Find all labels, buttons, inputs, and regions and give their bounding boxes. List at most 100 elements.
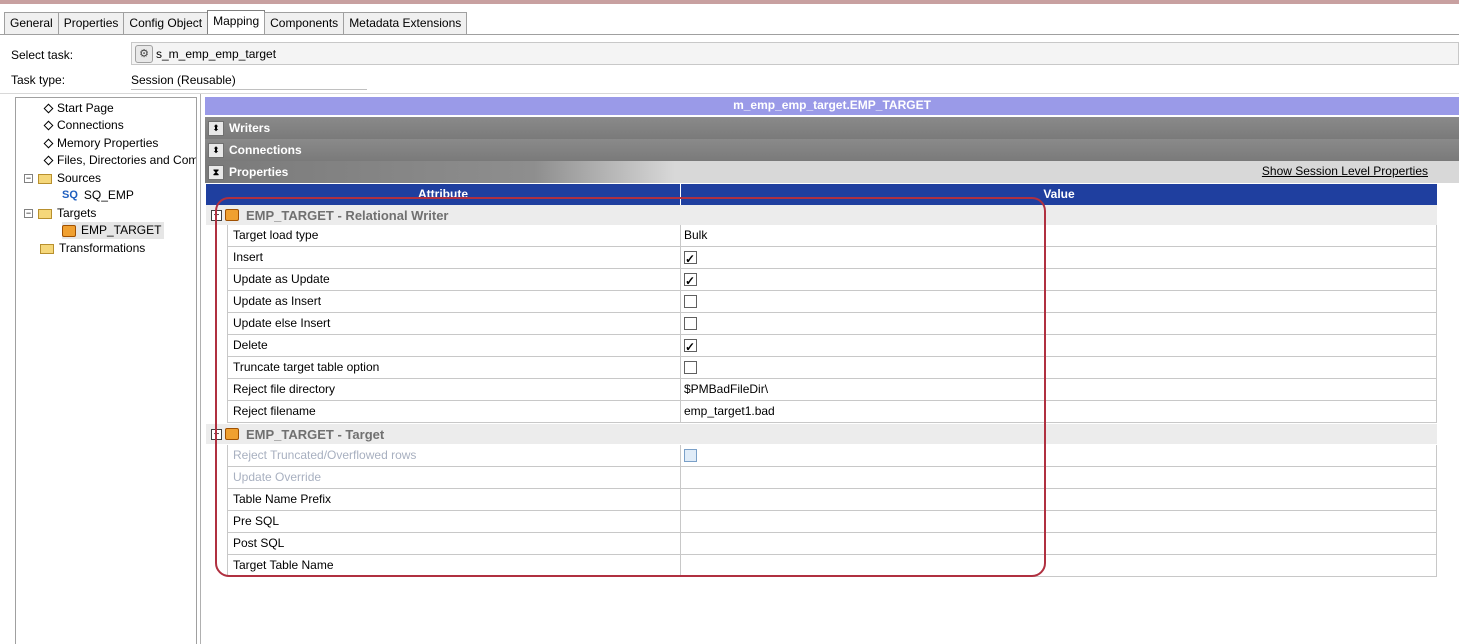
table-row: Reject filename emp_target1.bad: [227, 401, 1437, 423]
mapping-target-header: m_emp_emp_target.EMP_TARGET: [205, 97, 1459, 115]
attribute-cell: Update as Update: [228, 269, 681, 290]
pane-splitter[interactable]: [200, 94, 201, 644]
collapse-icon[interactable]: −: [24, 209, 33, 218]
attribute-cell: Update as Insert: [228, 291, 681, 312]
expand-icon[interactable]: ⬍: [208, 143, 224, 158]
folder-icon: [38, 208, 52, 219]
diamond-icon: [43, 155, 54, 166]
diamond-icon: [43, 103, 54, 114]
table-row: Pre SQL: [227, 511, 1437, 533]
tab-bar: General Properties Config Object Mapping…: [4, 10, 468, 34]
pre-sql-value[interactable]: [684, 511, 1434, 532]
target-icon: [225, 428, 239, 440]
tab-divider: [0, 34, 1459, 35]
table-row: Truncate target table option: [227, 357, 1437, 379]
writers-bar[interactable]: ⬍ Writers: [205, 117, 1459, 139]
task-type-label: Task type:: [11, 73, 66, 87]
session-icon: ⚙: [135, 44, 153, 63]
table-row: Insert: [227, 247, 1437, 269]
select-task-value: s_m_emp_emp_target: [156, 46, 277, 61]
tab-mapping[interactable]: Mapping: [207, 10, 266, 34]
source-qualifier-icon: SQ: [62, 189, 78, 201]
tree-item-sq-emp[interactable]: SQ SQ_EMP: [62, 187, 134, 204]
post-sql-value[interactable]: [684, 533, 1434, 554]
navigation-tree: Start Page Connections Memory Properties…: [15, 97, 197, 644]
tab-components[interactable]: Components: [264, 12, 345, 34]
tree-item-emp-target[interactable]: EMP_TARGET: [62, 222, 165, 239]
collapse-icon[interactable]: −: [211, 428, 222, 440]
attribute-cell: Insert: [228, 247, 681, 268]
table-row: Update as Insert: [227, 291, 1437, 313]
update-else-insert-checkbox[interactable]: [684, 317, 697, 330]
collapse-icon[interactable]: −: [24, 174, 33, 183]
reject-filename-value[interactable]: emp_target1.bad: [684, 401, 1434, 422]
show-session-level-properties-link[interactable]: Show Session Level Properties: [1262, 164, 1428, 178]
attribute-cell: Delete: [228, 335, 681, 356]
tree-item-connections[interactable]: Connections: [42, 117, 124, 134]
tree-item-sources[interactable]: − Sources: [24, 170, 101, 187]
tab-general[interactable]: General: [4, 12, 59, 34]
table-row: Table Name Prefix: [227, 489, 1437, 511]
tree-item-targets[interactable]: − Targets: [24, 205, 96, 222]
section-title: EMP_TARGET - Target: [246, 426, 385, 442]
connections-label: Connections: [229, 143, 302, 157]
tab-metadata-extensions[interactable]: Metadata Extensions: [343, 12, 468, 34]
attribute-cell: Table Name Prefix: [228, 489, 681, 510]
tree-item-label: Transformations: [59, 241, 146, 255]
collapse-icon[interactable]: −: [211, 209, 222, 221]
attribute-cell: Reject filename: [228, 401, 681, 422]
expand-icon[interactable]: ⬍: [208, 121, 224, 136]
target-icon: [225, 209, 239, 221]
attribute-cell: Truncate target table option: [228, 357, 681, 378]
reject-file-directory-value[interactable]: $PMBadFileDir\: [684, 379, 1434, 400]
tab-config-object[interactable]: Config Object: [123, 12, 209, 34]
tree-item-start-page[interactable]: Start Page: [42, 100, 114, 117]
section-title: EMP_TARGET - Relational Writer: [246, 207, 449, 223]
task-type-value: Session (Reusable): [131, 71, 367, 90]
table-row: Delete: [227, 335, 1437, 357]
attribute-column-header[interactable]: Attribute: [206, 184, 680, 205]
window-top-border: [0, 0, 1459, 4]
update-override-value: [684, 467, 1434, 488]
table-row: Target load type Bulk: [227, 225, 1437, 247]
tree-item-label: Files, Directories and Com: [57, 153, 197, 167]
section-target[interactable]: − EMP_TARGET - Target: [206, 424, 1437, 444]
tree-item-files-directories[interactable]: Files, Directories and Com: [42, 152, 197, 169]
attribute-cell: Target load type: [228, 225, 681, 246]
collapse-icon[interactable]: ⧗: [208, 165, 224, 180]
properties-label: Properties: [229, 165, 289, 179]
target-table-name-value[interactable]: [684, 555, 1434, 576]
select-task-dropdown[interactable]: ⚙ s_m_emp_emp_target: [131, 42, 1459, 65]
tree-item-label: EMP_TARGET: [81, 223, 162, 237]
connections-bar[interactable]: ⬍ Connections: [205, 139, 1459, 161]
section-relational-writer[interactable]: − EMP_TARGET - Relational Writer: [206, 205, 1437, 225]
tree-item-label: Start Page: [57, 101, 114, 115]
target-load-type-value[interactable]: Bulk: [684, 225, 1434, 246]
select-task-label: Select task:: [11, 48, 74, 62]
tree-item-label: Targets: [57, 206, 97, 220]
insert-checkbox[interactable]: [684, 249, 697, 269]
tree-item-transformations[interactable]: Transformations: [40, 240, 145, 257]
table-row: Target Table Name: [227, 555, 1437, 577]
delete-checkbox[interactable]: [684, 337, 697, 357]
value-column-header[interactable]: Value: [681, 184, 1437, 205]
folder-icon: [40, 243, 54, 254]
table-row: Update else Insert: [227, 313, 1437, 335]
table-name-prefix-value[interactable]: [684, 489, 1434, 510]
truncate-target-table-checkbox[interactable]: [684, 361, 697, 374]
properties-bar[interactable]: ⧗ Properties Show Session Level Properti…: [205, 161, 1459, 183]
attribute-cell: Post SQL: [228, 533, 681, 554]
writers-label: Writers: [229, 121, 271, 135]
attribute-cell: Reject file directory: [228, 379, 681, 400]
attribute-cell: Pre SQL: [228, 511, 681, 532]
table-row: Reject file directory $PMBadFileDir\: [227, 379, 1437, 401]
tree-item-memory-properties[interactable]: Memory Properties: [42, 135, 158, 152]
diamond-icon: [43, 138, 54, 149]
attribute-cell: Reject Truncated/Overflowed rows: [228, 445, 681, 466]
tab-properties[interactable]: Properties: [57, 12, 125, 34]
update-as-insert-checkbox[interactable]: [684, 295, 697, 308]
update-as-update-checkbox[interactable]: [684, 271, 697, 291]
table-row: Update as Update: [227, 269, 1437, 291]
attribute-cell: Update else Insert: [228, 313, 681, 334]
target-icon: [62, 224, 76, 237]
